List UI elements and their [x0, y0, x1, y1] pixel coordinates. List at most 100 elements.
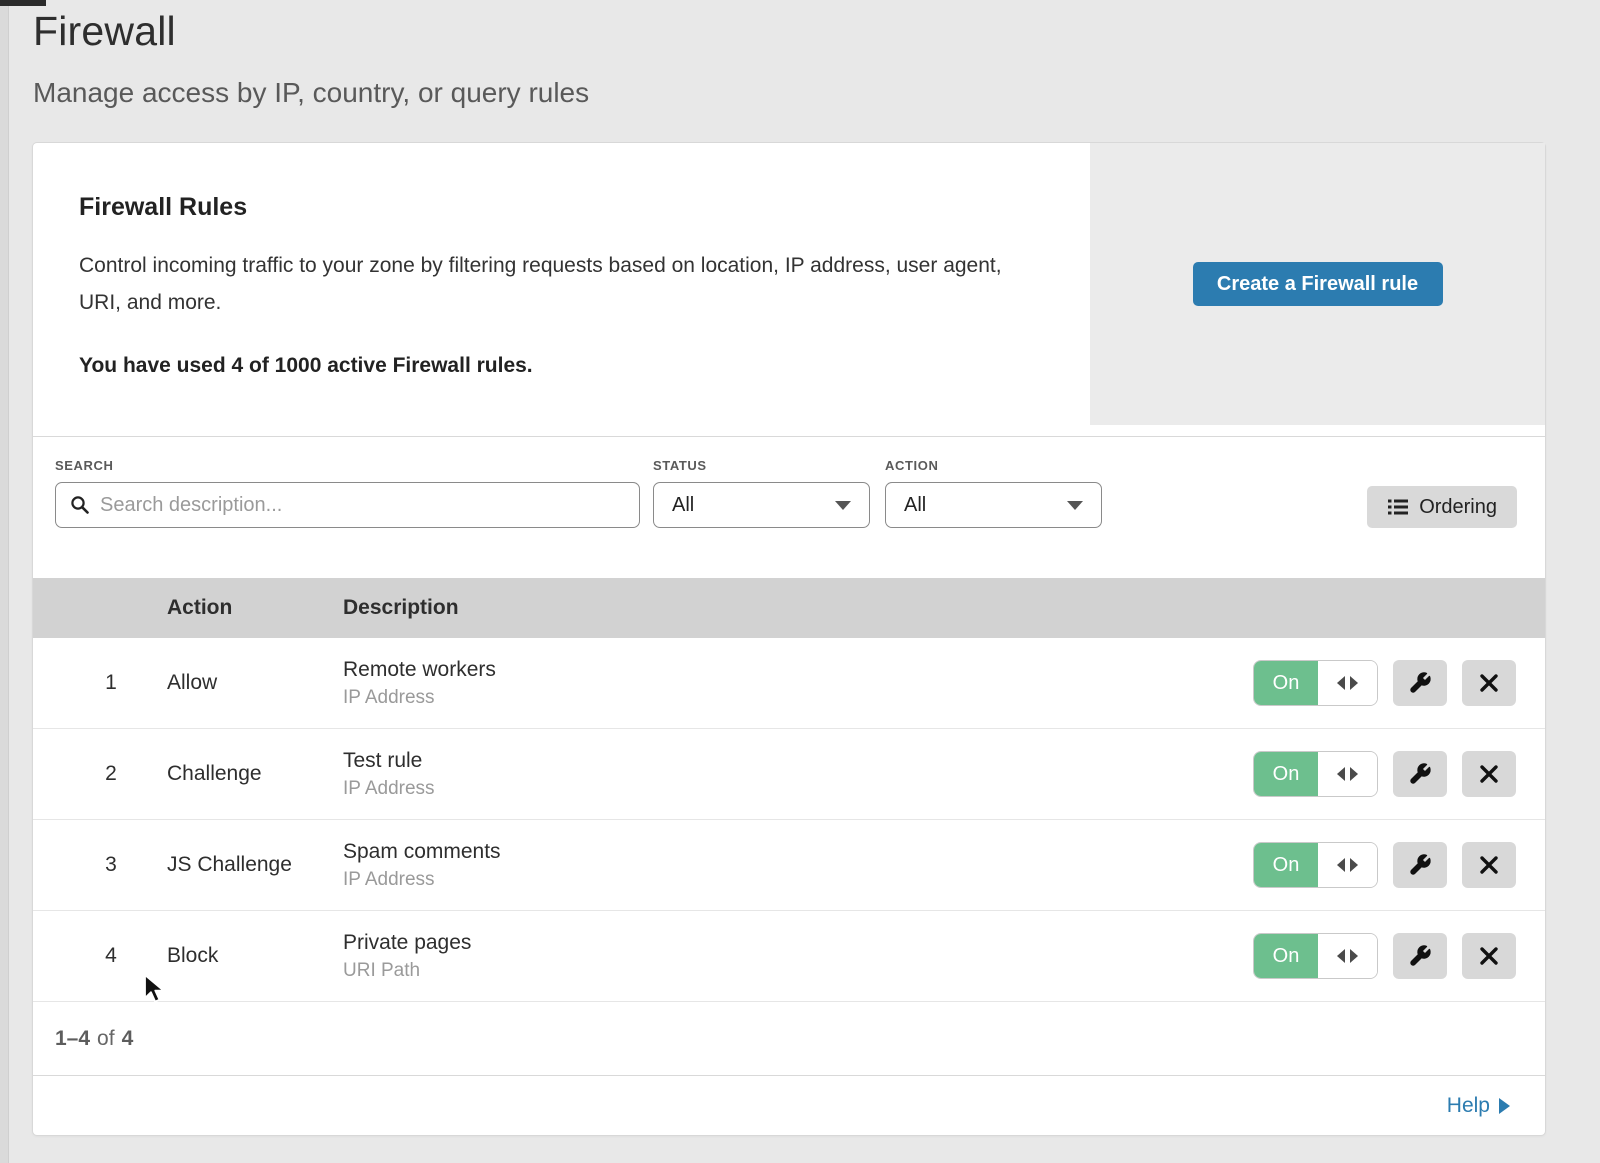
help-link[interactable]: Help [1447, 1094, 1510, 1118]
delete-rule-button[interactable] [1462, 933, 1516, 979]
rule-description-title: Remote workers [343, 658, 1253, 682]
window-edge [0, 0, 9, 1163]
help-link-label: Help [1447, 1094, 1490, 1118]
rule-priority: 3 [55, 853, 167, 877]
search-label: SEARCH [55, 458, 640, 473]
rule-controls: On [1253, 660, 1516, 706]
pagination-total: 4 [122, 1027, 134, 1051]
rule-action: JS Challenge [167, 853, 343, 877]
table-row: 2 Challenge Test rule IP Address On [33, 729, 1545, 820]
rule-match-field: URI Path [343, 960, 1253, 982]
rule-match-field: IP Address [343, 778, 1253, 800]
edit-rule-button[interactable] [1393, 751, 1447, 797]
search-box[interactable] [55, 482, 640, 528]
delete-rule-button[interactable] [1462, 842, 1516, 888]
pagination-row: 1–4 of 4 [33, 1002, 1545, 1076]
wrench-icon [1408, 671, 1432, 695]
delete-rule-button[interactable] [1462, 751, 1516, 797]
rule-action: Block [167, 944, 343, 968]
toggle-on-label: On [1254, 934, 1318, 978]
table-header: Action Description [33, 578, 1545, 638]
arrow-right-icon [1350, 949, 1358, 963]
ordering-list-icon [1387, 497, 1409, 517]
intro-section: Firewall Rules Control incoming traffic … [33, 143, 1545, 437]
wrench-icon [1408, 853, 1432, 877]
table-row: 4 Block Private pages URI Path On [33, 911, 1545, 1002]
rule-priority: 1 [55, 671, 167, 695]
rule-controls: On [1253, 933, 1516, 979]
arrow-left-icon [1337, 676, 1345, 690]
table-row: 1 Allow Remote workers IP Address On [33, 638, 1545, 729]
intro-usage-count: You have used 4 of 1000 active Firewall … [79, 354, 1044, 378]
rule-priority: 4 [55, 944, 167, 968]
arrow-right-icon [1350, 676, 1358, 690]
edit-rule-button[interactable] [1393, 660, 1447, 706]
arrow-right-icon [1350, 767, 1358, 781]
rule-description: Private pages URI Path [343, 931, 1253, 982]
firewall-rules-card: Firewall Rules Control incoming traffic … [33, 143, 1545, 1135]
wrench-icon [1408, 944, 1432, 968]
card-footer: Help [33, 1076, 1545, 1135]
rule-match-field: IP Address [343, 687, 1253, 709]
rule-enabled-toggle[interactable]: On [1253, 660, 1378, 706]
arrow-left-icon [1337, 767, 1345, 781]
wrench-icon [1408, 762, 1432, 786]
window-corner-fragment [0, 0, 46, 6]
pagination-range: 1–4 [55, 1027, 90, 1051]
rule-description: Remote workers IP Address [343, 658, 1253, 709]
toggle-on-label: On [1254, 843, 1318, 887]
status-filter-group: STATUS All [653, 458, 870, 528]
status-selected-value: All [672, 494, 694, 517]
filters-bar: SEARCH STATUS All ACTION All [33, 437, 1545, 578]
ordering-button-label: Ordering [1419, 496, 1497, 519]
action-column-header: Action [167, 596, 343, 620]
ordering-button[interactable]: Ordering [1367, 486, 1517, 528]
toggle-on-label: On [1254, 661, 1318, 705]
toggle-handle[interactable] [1318, 934, 1377, 978]
rule-description-title: Test rule [343, 749, 1253, 773]
toggle-handle[interactable] [1318, 752, 1377, 796]
rule-description: Spam comments IP Address [343, 840, 1253, 891]
toggle-handle[interactable] [1318, 843, 1377, 887]
action-filter-group: ACTION All [885, 458, 1102, 528]
arrow-left-icon [1337, 949, 1345, 963]
rule-match-field: IP Address [343, 869, 1253, 891]
rule-priority: 2 [55, 762, 167, 786]
rule-enabled-toggle[interactable]: On [1253, 842, 1378, 888]
delete-rule-button[interactable] [1462, 660, 1516, 706]
rule-enabled-toggle[interactable]: On [1253, 933, 1378, 979]
page-subtitle: Manage access by IP, country, or query r… [33, 77, 1600, 109]
close-icon [1478, 854, 1500, 876]
pagination-of: of [97, 1027, 115, 1051]
create-firewall-rule-button[interactable]: Create a Firewall rule [1193, 262, 1443, 306]
chevron-down-icon [1067, 501, 1083, 510]
toggle-on-label: On [1254, 752, 1318, 796]
action-select[interactable]: All [885, 482, 1102, 528]
arrow-right-icon [1499, 1098, 1510, 1114]
close-icon [1478, 945, 1500, 967]
search-icon [70, 495, 90, 515]
search-input[interactable] [100, 494, 625, 517]
toggle-handle[interactable] [1318, 661, 1377, 705]
chevron-down-icon [835, 501, 851, 510]
status-select[interactable]: All [653, 482, 870, 528]
action-selected-value: All [904, 494, 926, 517]
intro-action-panel: Create a Firewall rule [1090, 143, 1545, 425]
close-icon [1478, 672, 1500, 694]
arrow-left-icon [1337, 858, 1345, 872]
edit-rule-button[interactable] [1393, 933, 1447, 979]
intro-heading: Firewall Rules [79, 193, 1044, 222]
action-label: ACTION [885, 458, 1102, 473]
description-column-header: Description [343, 596, 1545, 620]
rule-enabled-toggle[interactable]: On [1253, 751, 1378, 797]
page-title: Firewall [33, 8, 1600, 55]
status-label: STATUS [653, 458, 870, 473]
edit-rule-button[interactable] [1393, 842, 1447, 888]
rule-controls: On [1253, 751, 1516, 797]
rule-action: Allow [167, 671, 343, 695]
rule-description-title: Private pages [343, 931, 1253, 955]
rule-action: Challenge [167, 762, 343, 786]
rule-description-title: Spam comments [343, 840, 1253, 864]
intro-description: Control incoming traffic to your zone by… [79, 248, 1039, 322]
arrow-right-icon [1350, 858, 1358, 872]
